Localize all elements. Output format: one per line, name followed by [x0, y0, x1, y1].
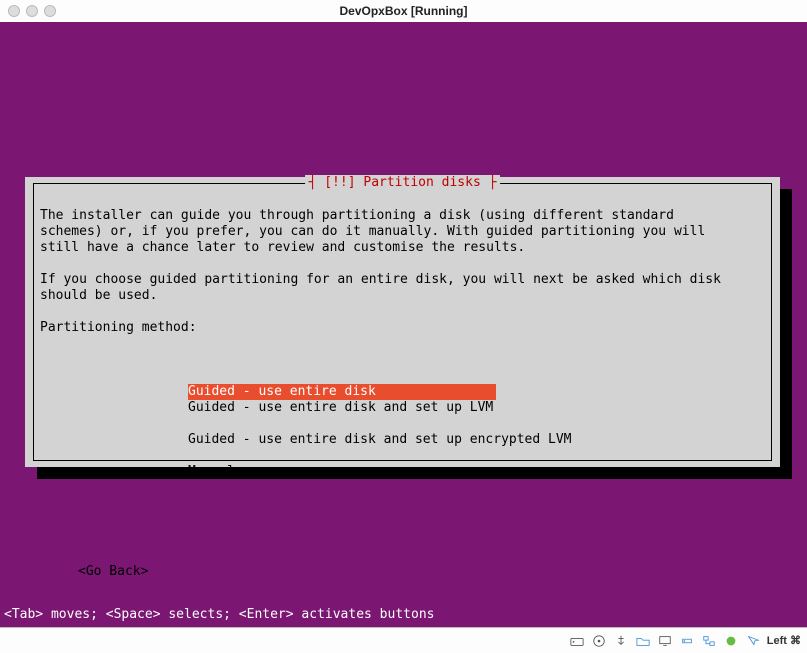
body-line: Partitioning method:	[40, 320, 197, 335]
title-right-bracket: ├	[489, 175, 497, 190]
title-text: Partition disks	[356, 175, 489, 190]
close-icon[interactable]	[8, 5, 20, 17]
hard-disk-icon[interactable]	[569, 633, 585, 649]
title-left-bracket: ┤	[309, 175, 325, 190]
footer-hint: <Tab> moves; <Space> selects; <Enter> ac…	[4, 607, 434, 623]
vm-window: DevOpxBox [Running] ┤ [!!] Partition dis…	[0, 0, 807, 653]
menu-item-guided-encrypted-lvm[interactable]: Guided - use entire disk and set up encr…	[188, 432, 765, 448]
traffic-lights	[0, 5, 56, 17]
partition-method-menu: Guided - use entire disk Guided - use en…	[188, 368, 765, 512]
dialog-title: ┤ [!!] Partition disks ├	[305, 175, 501, 191]
body-line: The installer can guide you through part…	[40, 208, 674, 223]
usb-icon[interactable]	[613, 633, 629, 649]
mouse-integration-icon[interactable]	[745, 633, 761, 649]
body-line: should be used.	[40, 288, 157, 303]
optical-disk-icon[interactable]	[591, 633, 607, 649]
body-line: still have a chance later to review and …	[40, 240, 525, 255]
record-icon[interactable]	[723, 633, 739, 649]
menu-item-guided-lvm[interactable]: Guided - use entire disk and set up LVM	[188, 400, 765, 416]
host-key-indicator: Left ⌘	[767, 634, 801, 647]
go-back-button[interactable]: <Go Back>	[78, 564, 765, 580]
menu-item-guided-entire-disk[interactable]: Guided - use entire disk	[188, 384, 496, 400]
dialog-body: The installer can guide you through part…	[34, 184, 771, 612]
network-icon[interactable]	[701, 633, 717, 649]
statusbar: Left ⌘	[0, 627, 807, 653]
dialog-wrap: ┤ [!!] Partition disks ├ The installer c…	[25, 177, 780, 467]
partition-dialog: ┤ [!!] Partition disks ├ The installer c…	[25, 177, 780, 467]
menu-item-manual[interactable]: Manual	[188, 464, 765, 480]
body-line: If you choose guided partitioning for an…	[40, 272, 721, 287]
minimize-icon[interactable]	[26, 5, 38, 17]
audio-icon[interactable]	[679, 633, 695, 649]
dialog-inner: ┤ [!!] Partition disks ├ The installer c…	[33, 183, 772, 461]
body-line: schemes) or, if you prefer, you can do i…	[40, 224, 705, 239]
zoom-icon[interactable]	[44, 5, 56, 17]
window-title: DevOpxBox [Running]	[0, 4, 807, 18]
titlebar: DevOpxBox [Running]	[0, 0, 807, 23]
display-icon[interactable]	[657, 633, 673, 649]
console-area[interactable]: ┤ [!!] Partition disks ├ The installer c…	[0, 22, 807, 627]
title-bang: [!!]	[324, 175, 355, 190]
shared-folder-icon[interactable]	[635, 633, 651, 649]
